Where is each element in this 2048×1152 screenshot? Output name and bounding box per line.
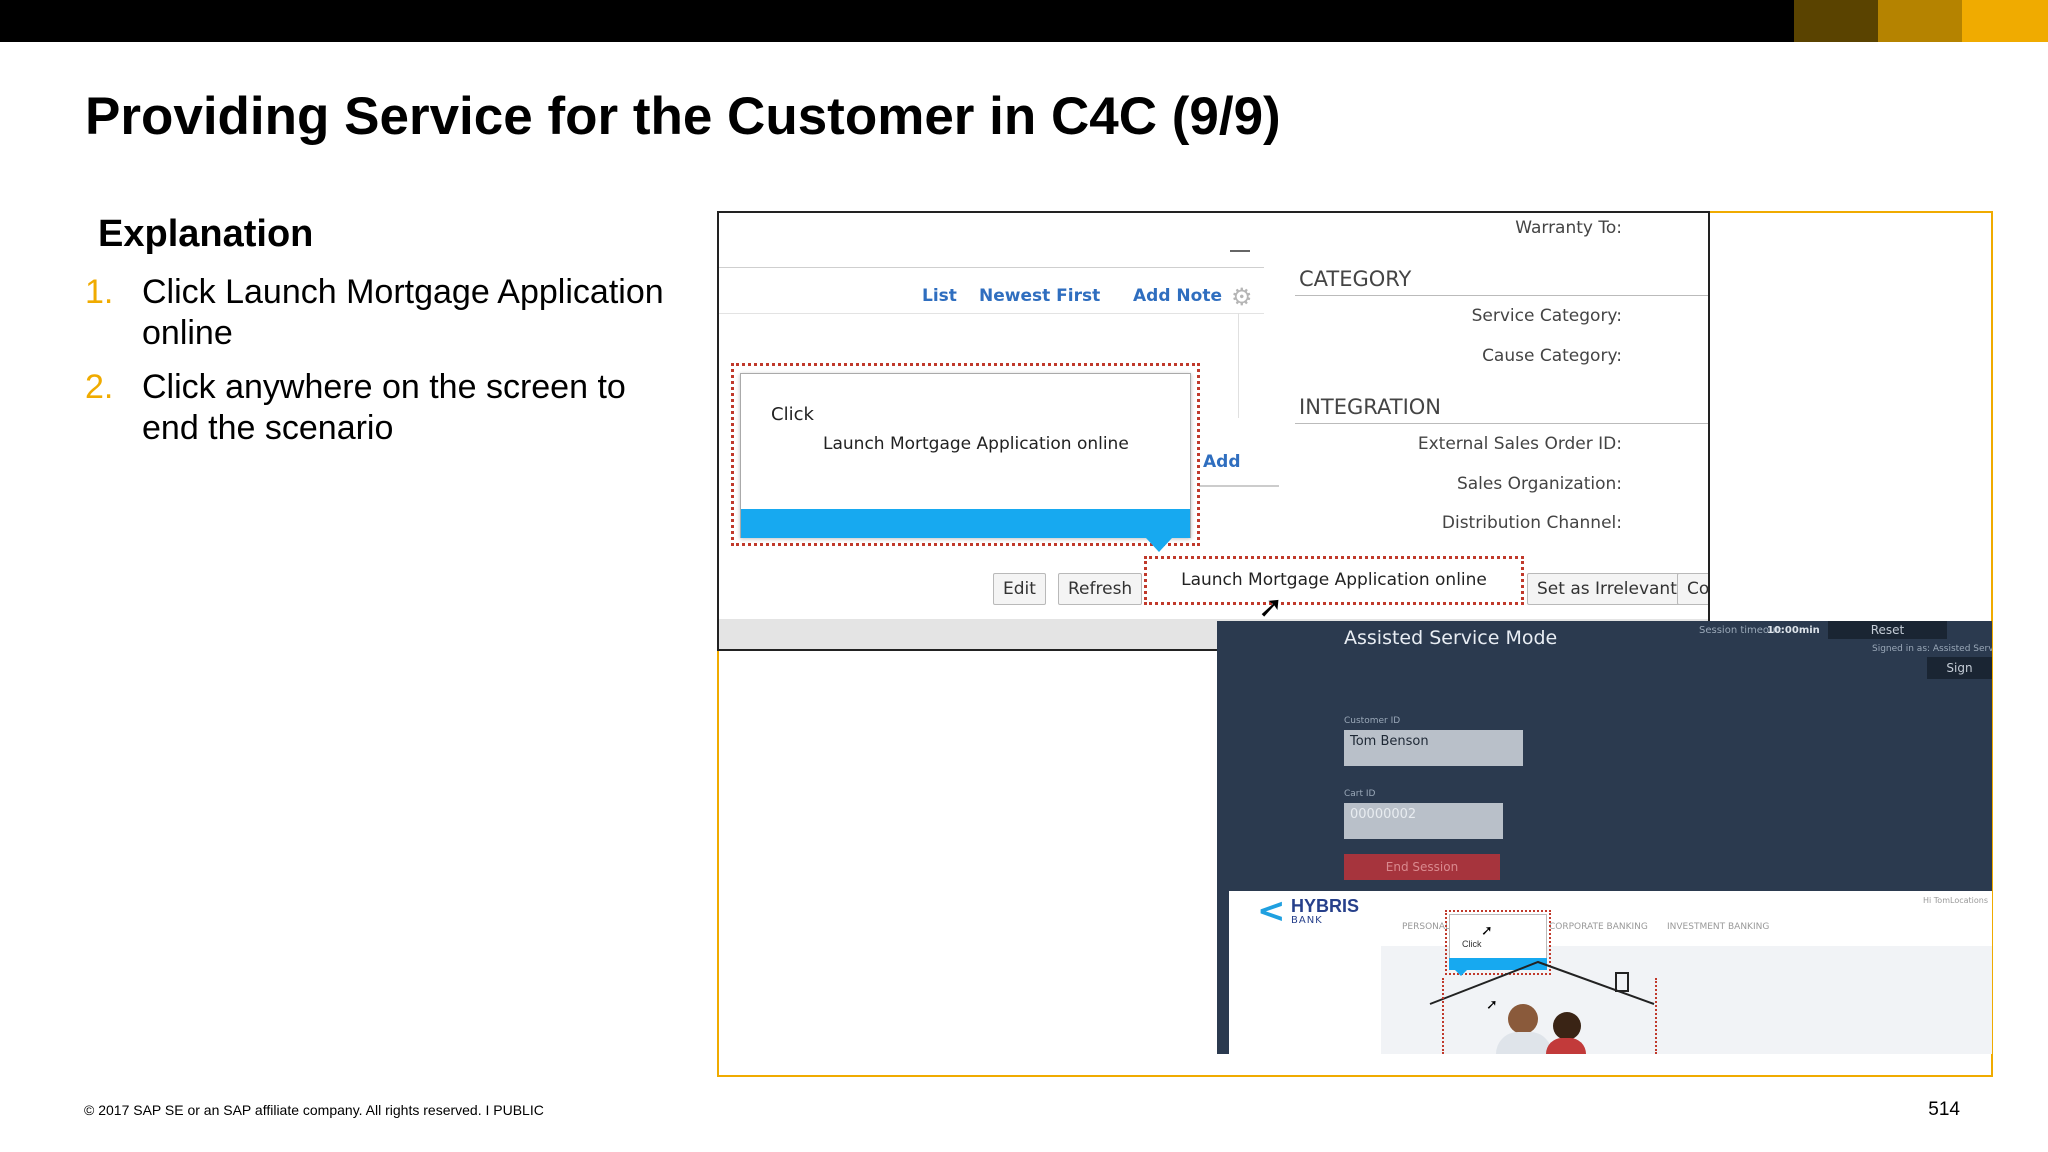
integration-section-title: INTEGRATION [1299, 395, 1442, 419]
hybris-logo-icon: < [1257, 891, 1286, 931]
nav-corporate-banking[interactable]: CORPORATE BANKING [1549, 922, 1648, 932]
person-photo [1508, 1004, 1538, 1034]
list-link[interactable]: List [922, 286, 957, 306]
steps-list: 1. Click Launch Mortgage Application onl… [85, 272, 685, 462]
callout-text: Launch Mortgage Application online [823, 434, 1129, 454]
session-timeout-value: 10:00min [1767, 625, 1820, 636]
copyright-footer: © 2017 SAP SE or an SAP affiliate compan… [84, 1102, 544, 1118]
person-photo [1553, 1012, 1581, 1040]
step-item: 1. Click Launch Mortgage Application onl… [85, 272, 685, 354]
signed-in-label: Signed in as: Assisted Servi [1872, 644, 1992, 654]
page-number: 514 [1928, 1099, 1960, 1120]
cause-category-label: Cause Category: [1482, 346, 1622, 366]
customer-id-input[interactable]: Tom Benson [1344, 730, 1523, 766]
cart-id-label: Cart ID [1344, 789, 1376, 799]
category-section-title: CATEGORY [1299, 267, 1412, 291]
step-item: 2. Click anywhere on the screen to end t… [85, 367, 685, 449]
hybris-logo-sub: BANK [1291, 915, 1323, 926]
divider [1295, 423, 1708, 424]
step-text: Click anywhere on the screen to end the … [142, 368, 626, 447]
customer-id-label: Customer ID [1344, 716, 1401, 726]
mini-callout-label: Click [1462, 939, 1482, 949]
step-text: Click Launch Mortgage Application online [142, 273, 664, 352]
warranty-to-label: Warranty To: [1515, 218, 1622, 238]
pointer-cursor-icon: ➚ [1481, 922, 1493, 938]
nav-personal[interactable]: PERSONAL [1402, 922, 1450, 932]
pointer-cursor-icon: ➚ [1258, 591, 1284, 624]
distribution-channel-label: Distribution Channel: [1441, 513, 1622, 533]
reset-button[interactable]: Reset [1828, 621, 1947, 639]
sign-out-button[interactable]: Sign [1927, 657, 1992, 679]
external-sales-order-label: External Sales Order ID: [1417, 434, 1622, 454]
explanation-heading: Explanation [98, 213, 314, 255]
divider [1199, 485, 1279, 487]
refresh-button[interactable]: Refresh [1058, 573, 1143, 605]
divider [719, 267, 1264, 268]
greeting-text: Hi TomLocations [1923, 896, 1988, 905]
callout-bar[interactable] [741, 509, 1190, 538]
gear-icon[interactable]: ⚙ [1231, 283, 1253, 311]
nav-investment-banking[interactable]: INVESTMENT BANKING [1667, 922, 1769, 932]
sales-organization-label: Sales Organization: [1456, 474, 1622, 494]
co-button[interactable]: Co [1677, 573, 1708, 605]
callout-box: Click Launch Mortgage Application online [740, 373, 1191, 538]
pointer-cursor-icon: ➚ [1486, 996, 1498, 1012]
brand-swatch-gold [1962, 0, 2048, 42]
set-as-irrelevant-button[interactable]: Set as Irrelevant [1527, 573, 1687, 605]
brand-swatch-mid [1878, 0, 1962, 42]
divider [1238, 313, 1239, 418]
add-link[interactable]: Add [1203, 452, 1241, 472]
slide-title: Providing Service for the Customer in C4… [85, 87, 1281, 146]
end-session-button[interactable]: End Session [1344, 854, 1500, 880]
edit-button[interactable]: Edit [993, 573, 1046, 605]
callout-pointer [1146, 538, 1172, 552]
top-bar [0, 0, 2048, 42]
add-note-link[interactable]: Add Note [1133, 286, 1222, 306]
divider [719, 313, 1264, 314]
launch-mortgage-application-button[interactable]: Launch Mortgage Application online [1144, 556, 1524, 605]
asm-title: Assisted Service Mode [1344, 627, 1558, 649]
cart-id-input[interactable]: 00000002 [1344, 803, 1503, 839]
service-category-label: Service Category: [1471, 306, 1622, 326]
divider [1295, 295, 1708, 296]
step-number: 1. [85, 273, 114, 311]
mini-callout-box: Click [1449, 914, 1547, 962]
brand-swatch-dark [1794, 0, 1878, 42]
hybris-logo[interactable]: HYBRIS [1291, 896, 1359, 917]
callout-label: Click [771, 404, 814, 425]
collapse-icon[interactable] [1230, 250, 1250, 252]
newest-first-link[interactable]: Newest First [979, 286, 1100, 306]
step-number: 2. [85, 368, 114, 406]
